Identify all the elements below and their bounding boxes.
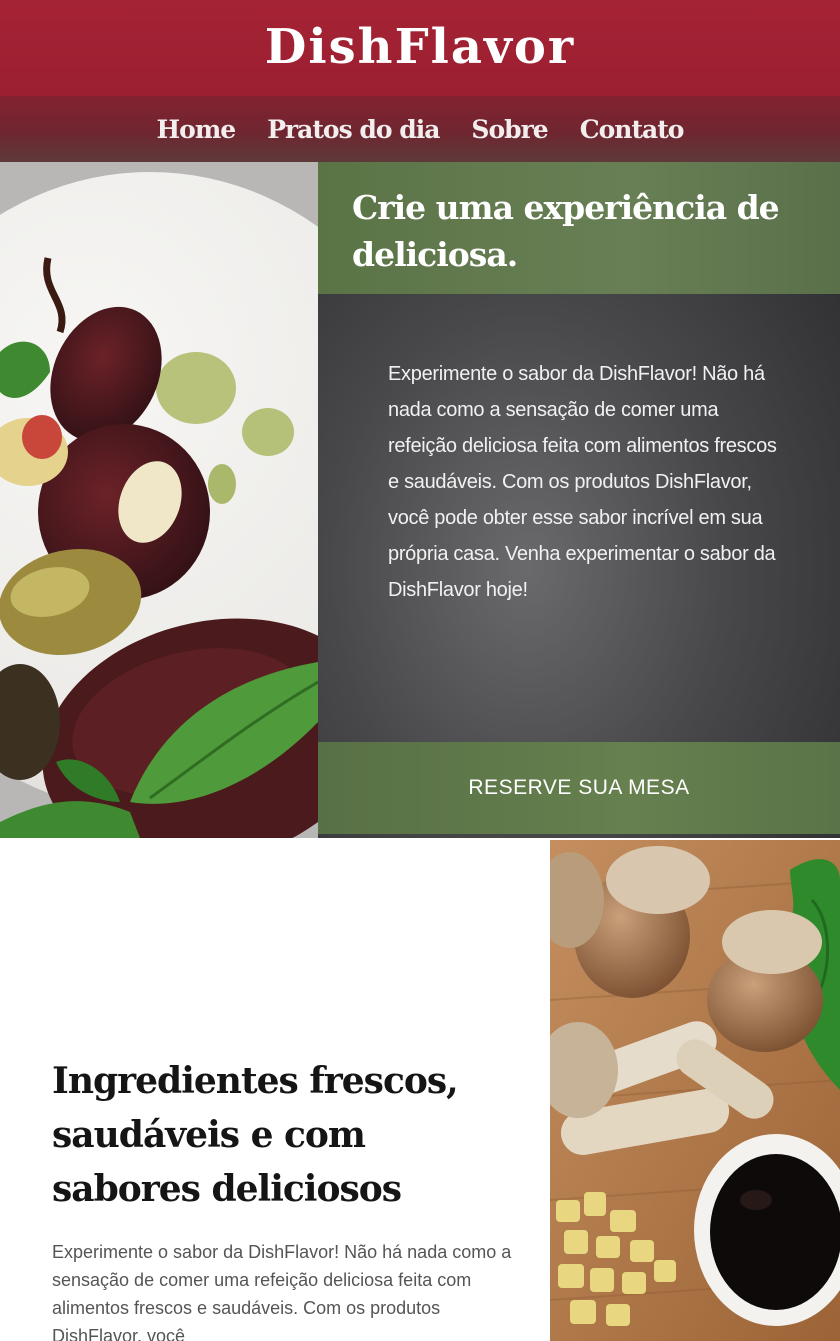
nav-contato[interactable]: Contato: [580, 115, 685, 144]
mushrooms-illustration: [550, 840, 840, 1341]
ingredients-section: Ingredientes frescos, saudáveis e com sa…: [0, 838, 840, 1341]
hero-section: Crie uma experiência de deliciosa. Exper…: [0, 162, 840, 838]
hero-title-box: Crie uma experiência de deliciosa.: [318, 162, 840, 294]
nav-home[interactable]: Home: [157, 115, 237, 144]
site-header: DishFlavor: [0, 0, 840, 96]
section-description: Experimente o sabor da DishFlavor! Não h…: [52, 1242, 512, 1341]
hero-food-image: [0, 162, 318, 838]
nav-pratos-do-dia[interactable]: Pratos do dia: [267, 115, 440, 144]
hero-title: Crie uma experiência de deliciosa.: [352, 188, 780, 274]
reserve-table-button[interactable]: RESERVE SUA MESA: [318, 742, 840, 834]
hero-content-panel: Crie uma experiência de deliciosa. Exper…: [318, 162, 840, 838]
nav-sobre[interactable]: Sobre: [471, 115, 548, 144]
main-nav: Home Pratos do dia Sobre Contato: [0, 96, 840, 162]
plated-dish-illustration: [0, 162, 318, 838]
hero-description: Experimente o sabor da DishFlavor! Não h…: [388, 363, 777, 601]
section-title: Ingredientes frescos, saudáveis e com sa…: [52, 1060, 459, 1210]
reserve-table-label: RESERVE SUA MESA: [468, 776, 690, 799]
ingredients-image: [550, 840, 840, 1341]
brand-logo[interactable]: DishFlavor: [265, 19, 575, 75]
